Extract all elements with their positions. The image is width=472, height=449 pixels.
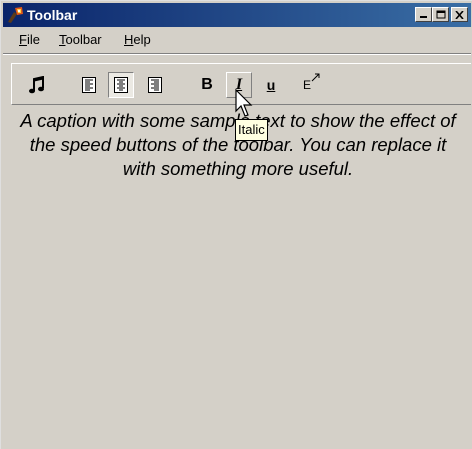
minimize-icon bbox=[420, 15, 427, 18]
torch-app-icon bbox=[8, 7, 23, 23]
underline-button[interactable]: u bbox=[258, 72, 284, 98]
minimize-button[interactable] bbox=[415, 7, 432, 22]
close-button[interactable] bbox=[451, 7, 468, 22]
align-center-icon bbox=[114, 77, 128, 93]
menu-toolbar[interactable]: Toolbar bbox=[59, 32, 102, 48]
font-size-button[interactable]: E bbox=[294, 72, 320, 98]
bold-icon: B bbox=[201, 76, 213, 93]
font-size-icon: E bbox=[303, 73, 320, 92]
bold-button[interactable]: B bbox=[194, 72, 220, 98]
menu-help[interactable]: Help bbox=[124, 32, 151, 48]
align-left-button[interactable] bbox=[76, 72, 102, 98]
align-right-icon bbox=[148, 77, 162, 93]
music-button[interactable] bbox=[24, 72, 50, 98]
menu-bar: File Toolbar Help bbox=[3, 29, 471, 51]
arrow-up-right-icon bbox=[311, 73, 320, 82]
mouse-cursor-icon bbox=[235, 89, 253, 117]
maximize-icon bbox=[436, 10, 445, 19]
window-title: Toolbar bbox=[27, 7, 78, 23]
underline-icon: u bbox=[266, 77, 276, 93]
align-center-button[interactable] bbox=[108, 72, 134, 98]
title-bar[interactable]: Toolbar bbox=[3, 3, 471, 27]
italic-tooltip: Italic bbox=[235, 119, 268, 141]
maximize-button[interactable] bbox=[432, 7, 449, 22]
music-icon bbox=[29, 76, 44, 94]
menu-separator bbox=[3, 53, 471, 55]
app-window: Toolbar File Toolbar Help B I u E A capt… bbox=[0, 0, 472, 449]
align-left-icon bbox=[82, 77, 96, 93]
menu-file[interactable]: File bbox=[19, 32, 40, 48]
close-icon bbox=[455, 10, 464, 19]
align-right-button[interactable] bbox=[142, 72, 168, 98]
